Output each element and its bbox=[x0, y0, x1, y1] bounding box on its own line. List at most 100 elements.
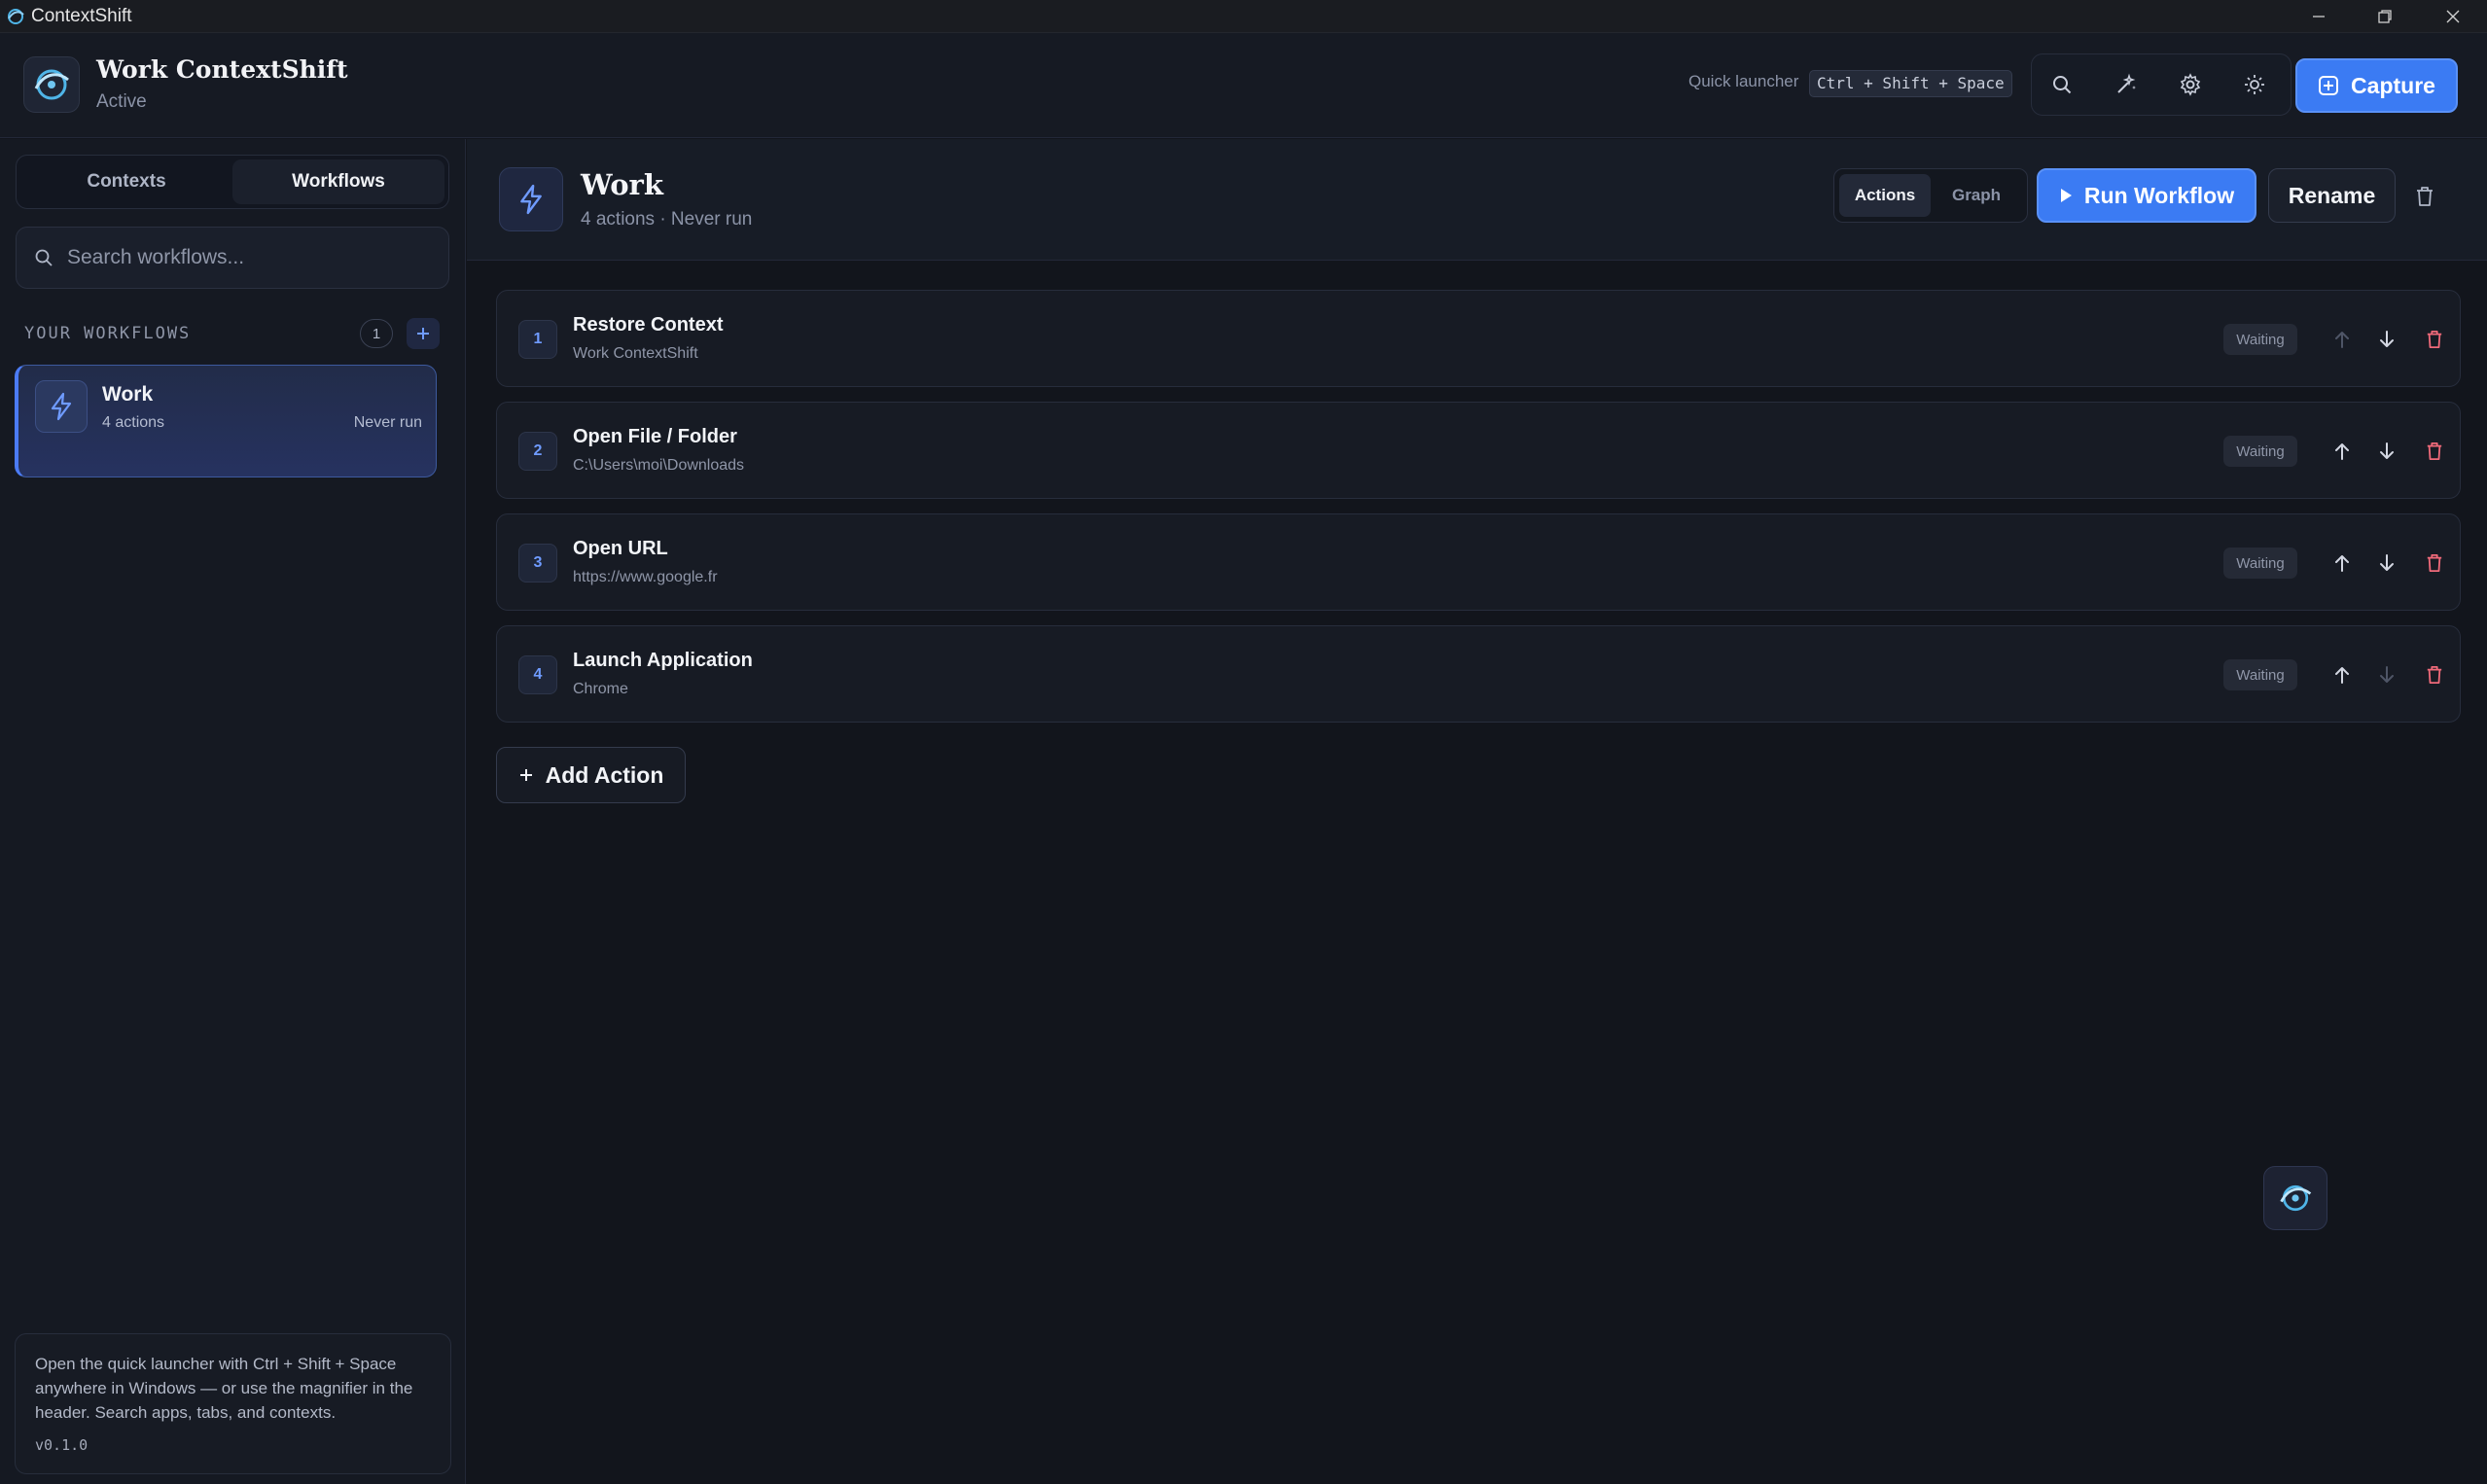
view-toggle: Actions Graph bbox=[1833, 168, 2028, 223]
help-text: Open the quick launcher with Ctrl + Shif… bbox=[35, 1355, 413, 1422]
trash-icon bbox=[2427, 666, 2442, 684]
help-box: Open the quick launcher with Ctrl + Shif… bbox=[15, 1333, 451, 1474]
search-button[interactable] bbox=[2040, 62, 2084, 107]
move-down-button[interactable] bbox=[2370, 323, 2403, 356]
tab-workflows[interactable]: Workflows bbox=[232, 159, 444, 204]
workflow-icon bbox=[35, 380, 88, 433]
move-up-button[interactable] bbox=[2326, 658, 2359, 691]
action-status-badge: Waiting bbox=[2223, 659, 2297, 690]
restore-icon bbox=[2378, 10, 2392, 23]
minimize-icon bbox=[2313, 16, 2325, 18]
action-title: Open URL bbox=[573, 538, 668, 559]
action-row[interactable]: 1 Restore Context Work ContextShift Wait… bbox=[496, 290, 2461, 387]
run-workflow-label: Run Workflow bbox=[2083, 182, 2235, 208]
action-detail: Work ContextShift bbox=[573, 345, 698, 362]
action-detail: C:\Users\moi\Downloads bbox=[573, 457, 745, 474]
add-workflow-button[interactable] bbox=[407, 318, 440, 349]
app-version: v0.1.0 bbox=[35, 1436, 89, 1454]
workflow-subtitle: 4 actions · Never run bbox=[581, 209, 753, 230]
workflow-header-icon bbox=[499, 167, 563, 231]
action-list: 1 Restore Context Work ContextShift Wait… bbox=[496, 290, 2461, 737]
close-window-button[interactable] bbox=[2420, 0, 2486, 33]
settings-button[interactable] bbox=[2168, 62, 2213, 107]
plus-icon bbox=[417, 328, 429, 339]
move-up-button[interactable] bbox=[2326, 323, 2359, 356]
add-action-button[interactable]: Add Action bbox=[496, 747, 686, 803]
app-logo bbox=[23, 56, 80, 113]
action-row[interactable]: 4 Launch Application Chrome Waiting bbox=[496, 625, 2461, 723]
workflow-item-work[interactable]: Work 4 actions Never run bbox=[15, 365, 437, 477]
close-icon bbox=[2446, 10, 2460, 23]
plus-icon bbox=[519, 769, 532, 781]
search-input[interactable] bbox=[67, 246, 417, 269]
app-status: Active bbox=[96, 91, 147, 112]
action-status-badge: Waiting bbox=[2223, 324, 2297, 355]
rename-button[interactable]: Rename bbox=[2268, 168, 2396, 223]
trash-icon bbox=[2417, 187, 2433, 206]
run-workflow-button[interactable]: Run Workflow bbox=[2037, 168, 2256, 223]
window-titlebar: ContextShift bbox=[0, 0, 2487, 33]
play-icon bbox=[2060, 189, 2072, 202]
action-title: Open File / Folder bbox=[573, 426, 737, 447]
magic-wand-button[interactable] bbox=[2104, 62, 2149, 107]
app-header: Work ContextShift Active Quick launcher … bbox=[0, 33, 2487, 138]
workflow-name: Work bbox=[102, 383, 154, 406]
workflow-title: Work bbox=[581, 168, 663, 201]
floating-assistant-button[interactable] bbox=[2263, 1166, 2327, 1230]
trash-icon bbox=[2427, 442, 2442, 460]
plus-square-icon bbox=[2319, 76, 2339, 95]
contextshift-logo-icon bbox=[34, 69, 69, 100]
gear-icon bbox=[2180, 73, 2201, 96]
delete-workflow-button[interactable] bbox=[2408, 180, 2441, 213]
move-up-button[interactable] bbox=[2326, 435, 2359, 468]
app-title: Work ContextShift bbox=[96, 55, 348, 84]
tab-graph[interactable]: Graph bbox=[1931, 174, 2022, 217]
minimize-button[interactable] bbox=[2286, 0, 2352, 33]
workflow-action-count: 4 actions bbox=[102, 414, 165, 431]
arrow-down-icon bbox=[2380, 442, 2394, 459]
delete-action-button[interactable] bbox=[2418, 323, 2451, 356]
window-title: ContextShift bbox=[31, 5, 132, 26]
move-up-button[interactable] bbox=[2326, 547, 2359, 580]
capture-label: Capture bbox=[2351, 72, 2435, 98]
theme-toggle-button[interactable] bbox=[2232, 62, 2277, 107]
action-row[interactable]: 3 Open URL https://www.google.fr Waiting bbox=[496, 513, 2461, 611]
capture-button[interactable]: Capture bbox=[2295, 58, 2458, 113]
delete-action-button[interactable] bbox=[2418, 547, 2451, 580]
delete-action-button[interactable] bbox=[2418, 435, 2451, 468]
add-action-label: Add Action bbox=[545, 761, 664, 788]
wand-icon bbox=[2117, 73, 2136, 93]
restore-button[interactable] bbox=[2352, 0, 2418, 33]
move-down-button[interactable] bbox=[2370, 435, 2403, 468]
move-down-button[interactable] bbox=[2370, 658, 2403, 691]
workflow-search bbox=[16, 227, 449, 289]
action-step-number: 4 bbox=[518, 655, 557, 694]
app-logo-icon bbox=[8, 8, 24, 24]
action-status-badge: Waiting bbox=[2223, 436, 2297, 467]
trash-icon bbox=[2427, 331, 2442, 348]
lightning-icon bbox=[51, 392, 72, 421]
workflow-last-run: Never run bbox=[353, 414, 422, 431]
arrow-up-icon bbox=[2335, 667, 2349, 684]
sun-icon bbox=[2245, 75, 2264, 94]
search-icon bbox=[35, 249, 53, 266]
action-detail: https://www.google.fr bbox=[573, 569, 718, 585]
action-row[interactable]: 2 Open File / Folder C:\Users\moi\Downlo… bbox=[496, 402, 2461, 499]
move-down-button[interactable] bbox=[2370, 547, 2403, 580]
action-step-number: 3 bbox=[518, 544, 557, 583]
search-icon bbox=[2053, 76, 2072, 94]
tab-actions[interactable]: Actions bbox=[1839, 174, 1931, 217]
action-title: Launch Application bbox=[573, 650, 753, 671]
delete-action-button[interactable] bbox=[2418, 658, 2451, 691]
action-status-badge: Waiting bbox=[2223, 548, 2297, 579]
action-detail: Chrome bbox=[573, 681, 628, 697]
sidebar-tabs: Contexts Workflows bbox=[16, 155, 449, 209]
arrow-down-icon bbox=[2380, 331, 2394, 347]
header-toolbar bbox=[2031, 53, 2292, 116]
section-title: YOUR WORKFLOWS bbox=[24, 324, 192, 343]
workflow-count-badge: 1 bbox=[360, 319, 393, 348]
tab-contexts[interactable]: Contexts bbox=[20, 159, 232, 204]
quick-launcher-label: Quick launcher bbox=[1688, 72, 1799, 90]
lightning-icon bbox=[520, 184, 542, 215]
action-step-number: 2 bbox=[518, 432, 557, 471]
